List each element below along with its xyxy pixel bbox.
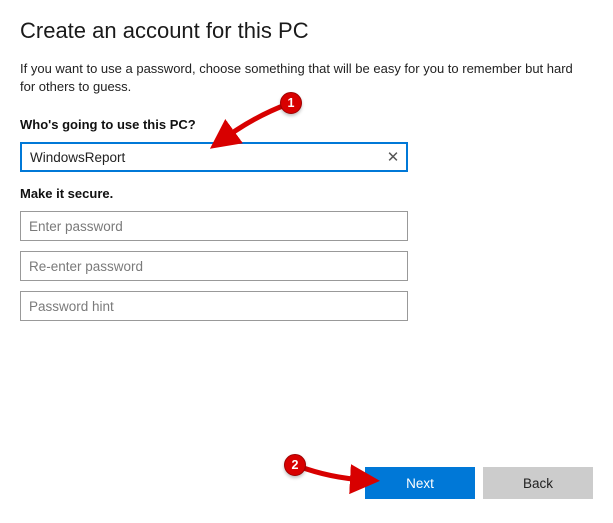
description-text: If you want to use a password, choose so… <box>20 60 580 95</box>
secure-label: Make it secure. <box>20 186 593 201</box>
password-hint-input[interactable] <box>20 291 408 321</box>
page-title: Create an account for this PC <box>20 18 593 44</box>
username-input[interactable] <box>20 142 408 172</box>
annotation-badge: 2 <box>284 454 306 476</box>
next-button[interactable]: Next <box>365 467 475 499</box>
password-input[interactable] <box>20 211 408 241</box>
password-field-group <box>20 211 593 321</box>
clear-input-button[interactable]: ✕ <box>384 148 402 166</box>
back-button[interactable]: Back <box>483 467 593 499</box>
button-row: Next Back <box>365 467 593 499</box>
password-confirm-input[interactable] <box>20 251 408 281</box>
who-label: Who's going to use this PC? <box>20 117 593 132</box>
username-input-wrapper: ✕ <box>20 142 408 172</box>
close-icon: ✕ <box>387 148 400 166</box>
annotation-badge: 1 <box>280 92 302 114</box>
